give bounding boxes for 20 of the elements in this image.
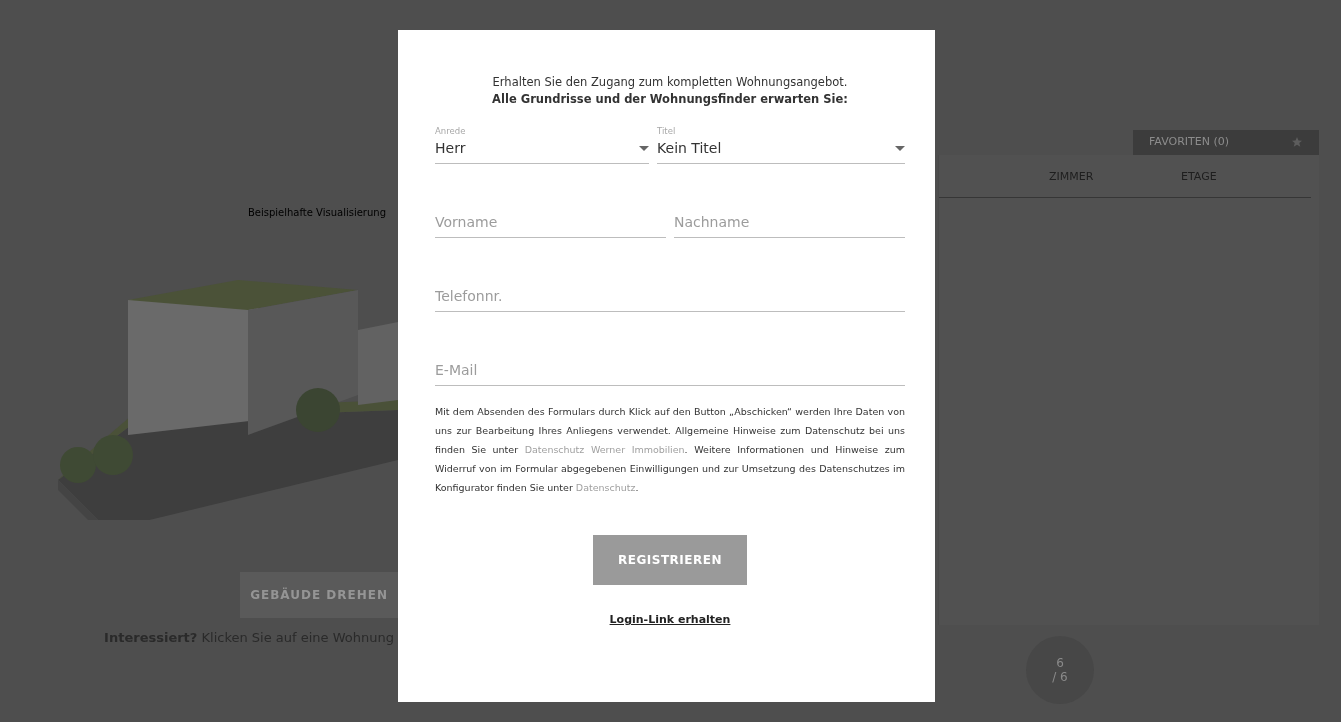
- select-field[interactable]: Titel Kein Titel: [657, 123, 905, 165]
- intro-text: Erhalten Sie den Zugang zum kompletten Wohnungsangebot.: [491, 74, 849, 91]
- text-input[interactable]: Telefonnr.: [435, 282, 905, 313]
- page-total: / 6: [1052, 670, 1068, 685]
- text-input[interactable]: Nachname: [674, 208, 905, 239]
- intro-heading: Alle Grundrisse und der Wohnungsfinder erwarten Sie:: [491, 90, 849, 108]
- star-icon: [1291, 136, 1303, 149]
- register-button[interactable]: REGISTRIEREN: [593, 535, 747, 586]
- privacy-link[interactable]: Datenschutz Werner Immobilien: [524, 444, 685, 456]
- text-input[interactable]: Vorname: [435, 208, 666, 239]
- login-link[interactable]: Login-Link erhalten: [609, 613, 731, 627]
- privacy-notice: Mit dem Absenden des Formulars durch Klick auf den Button „Abschicken“ werden Ihre Daten von uns zur Bearbeitung Ihres Anliegens verwendet. Allgemeine Hinweise zum Datenschutz bei uns finden Sie unter Datenschutz Werner Immobilien. Weitere Informationen und Hinweise zum Widerruf von im Formular abgegebenen Einwilligungen und zur Umsetzung des Datenschutzes im Konfigurator finden Sie unter Datenschutz.: [435, 405, 905, 496]
- caption: Beispielhafte Visualisierung: [247, 206, 386, 220]
- caret-icon: [895, 146, 905, 152]
- rotate-building-button[interactable]: GEBÄUDE DREHEN: [240, 572, 398, 618]
- favorites-tab[interactable]: FAVORITEN (0): [1133, 130, 1319, 155]
- select-field[interactable]: Anrede Herr: [435, 123, 650, 165]
- page-current: 6: [1056, 655, 1064, 670]
- caret-icon: [639, 146, 650, 152]
- text-input[interactable]: E-Mail: [435, 356, 905, 387]
